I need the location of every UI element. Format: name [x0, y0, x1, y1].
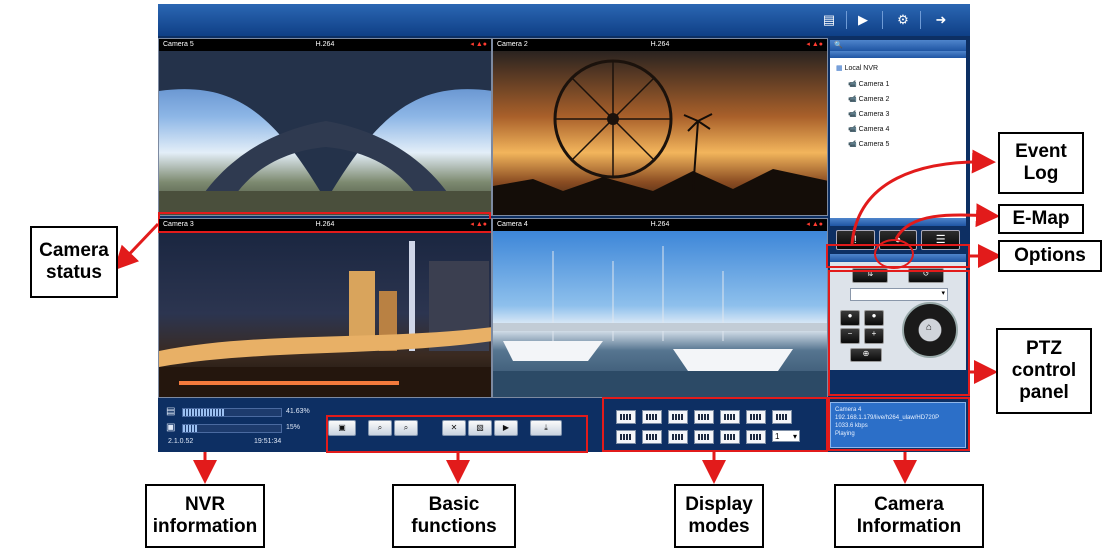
status-icons: ◂ ▲●	[806, 41, 823, 48]
label-event-log: Event Log	[998, 132, 1084, 194]
label-display-modes: Display modes	[674, 484, 764, 548]
label-nvr-information: NVR information	[145, 484, 265, 548]
codec-label: H.264	[315, 41, 335, 48]
camera-status-bar: Camera 3 H.264 ◂ ▲●	[159, 219, 491, 231]
status-icons: ◂ ▲●	[470, 41, 487, 48]
label-basic-functions: Basic functions	[392, 484, 516, 548]
label-emap: E-Map	[998, 204, 1084, 234]
label-options: Options	[998, 240, 1102, 272]
annotation-arrows	[113, 149, 1002, 484]
camera-name: Camera 4	[497, 221, 528, 228]
camera-name: Camera 2	[497, 41, 528, 48]
label-ptz-control-panel: PTZ control panel	[996, 328, 1092, 414]
status-icons: ◂ ▲●	[470, 221, 487, 228]
label-camera-information: Camera Information	[834, 484, 984, 548]
codec-label: H.264	[315, 221, 335, 228]
label-camera-status: Camera status	[30, 226, 118, 298]
camera-name: Camera 5	[163, 41, 194, 48]
camera-status-bar: Camera 5 H.264 ◂ ▲●	[159, 39, 491, 51]
status-icons: ◂ ▲●	[806, 221, 823, 228]
camera-status-bar: Camera 2 H.264 ◂ ▲●	[493, 39, 827, 51]
codec-label: H.264	[650, 41, 670, 48]
camera-name: Camera 3	[163, 221, 194, 228]
camera-status-bar: Camera 4 H.264 ◂ ▲●	[493, 219, 827, 231]
codec-label: H.264	[650, 221, 670, 228]
